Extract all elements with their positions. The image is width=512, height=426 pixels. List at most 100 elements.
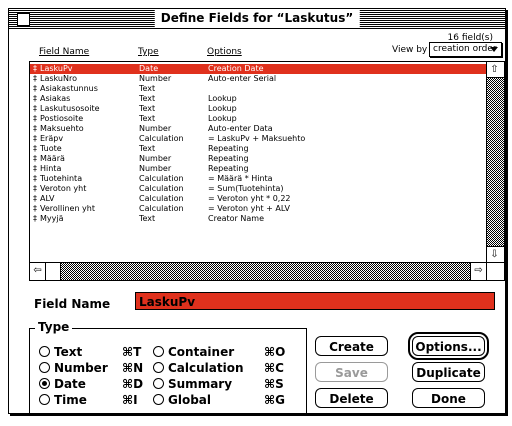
horizontal-scrollbar[interactable]: ⇦ ⇨ (30, 262, 486, 280)
drag-handle-icon[interactable]: ‡ (33, 114, 37, 124)
drag-handle-icon[interactable]: ‡ (33, 64, 37, 74)
radio-label: Container (168, 345, 235, 359)
type-legend: Type (35, 320, 73, 334)
drag-handle-icon[interactable]: ‡ (33, 134, 37, 144)
radio-label: Text (54, 345, 83, 359)
field-options-cell: Repeating (208, 144, 249, 153)
field-options-cell: = Määrä * Hinta (208, 174, 273, 183)
view-by-label: View by (392, 45, 428, 55)
scroll-left-button[interactable]: ⇦ (30, 263, 46, 280)
drag-handle-icon[interactable]: ‡ (33, 74, 37, 84)
field-row[interactable]: ‡ Eräpv Calculation = LaskuPv + Maksuehto (30, 134, 486, 144)
radio-button[interactable] (153, 378, 164, 389)
field-type-cell: Calculation (139, 134, 184, 143)
field-name-cell: Tuote (40, 144, 62, 153)
radio-button[interactable] (39, 394, 50, 405)
header-options[interactable]: Options (207, 47, 242, 57)
delete-button[interactable]: Delete (315, 388, 388, 408)
field-name-cell: Hinta (40, 164, 62, 173)
field-row[interactable]: ‡ LaskuNro Number Auto-enter Serial (30, 74, 486, 84)
arrow-down-icon: ⇩ (490, 249, 499, 260)
drag-handle-icon[interactable]: ‡ (33, 144, 37, 154)
header-field-name[interactable]: Field Name (39, 47, 89, 57)
field-row[interactable]: ‡ Postiosoite Text Lookup (30, 114, 486, 124)
radio-button[interactable] (153, 346, 164, 357)
field-name-cell: Asiakastunnus (40, 84, 98, 93)
radio-button[interactable] (39, 346, 50, 357)
field-row[interactable]: ‡ Laskutusosoite Text Lookup (30, 104, 486, 114)
field-type-cell: Number (139, 124, 172, 133)
field-row[interactable]: ‡ Tuotehinta Calculation = Määrä * Hinta (30, 174, 486, 184)
field-name-cell: Laskutusosoite (40, 104, 100, 113)
drag-handle-icon[interactable]: ‡ (33, 104, 37, 114)
field-name-cell: Asiakas (40, 94, 71, 103)
drag-handle-icon[interactable]: ‡ (33, 214, 37, 224)
radio-button[interactable] (39, 378, 50, 389)
duplicate-button[interactable]: Duplicate (412, 362, 485, 382)
field-type-cell: Text (139, 94, 156, 103)
create-button[interactable]: Create (315, 336, 388, 356)
field-name-cell: Eräpv (40, 134, 64, 143)
field-name-cell: ALV (40, 194, 55, 203)
radio-button[interactable] (153, 394, 164, 405)
field-name-cell: Postiosoite (40, 114, 84, 123)
options-button[interactable]: Options... (408, 332, 489, 360)
drag-handle-icon[interactable]: ‡ (33, 184, 37, 194)
scroll-thumb[interactable] (46, 263, 61, 280)
view-by-value: creation order (433, 44, 497, 54)
scroll-down-button[interactable]: ⇩ (487, 246, 504, 262)
field-row[interactable]: ‡ Verollinen yht Calculation = Veroton yht … (30, 204, 486, 214)
vertical-scrollbar[interactable]: ⇧ ⇩ (486, 62, 504, 262)
field-row[interactable]: ‡ Veroton yht Calculation = Sum(Tuotehinta) (30, 184, 486, 194)
drag-handle-icon[interactable]: ‡ (33, 194, 37, 204)
field-type-cell: Number (139, 74, 172, 83)
field-name-cell: Maksuehto (40, 124, 84, 133)
field-row[interactable]: ‡ Asiakastunnus Text (30, 84, 486, 94)
field-row[interactable]: ‡ Määrä Number Repeating (30, 154, 486, 164)
field-name-input[interactable]: LaskuPv (135, 292, 495, 310)
field-row[interactable]: ‡ Asiakas Text Lookup (30, 94, 486, 104)
drag-handle-icon[interactable]: ‡ (33, 84, 37, 94)
drag-handle-icon[interactable]: ‡ (33, 154, 37, 164)
save-button[interactable]: Save (315, 362, 388, 382)
field-name-cell: Määrä (40, 154, 65, 163)
field-options-cell: = Veroton yht + ALV (208, 204, 290, 213)
scroll-up-button[interactable]: ⇧ (487, 62, 504, 78)
field-options-cell: Repeating (208, 154, 249, 163)
radio-button[interactable] (153, 362, 164, 373)
shortcut-key: ⌘S (264, 377, 284, 391)
field-options-cell: = LaskuPv + Maksuehto (208, 134, 306, 143)
field-row[interactable]: ‡ Hinta Number Repeating (30, 164, 486, 174)
shortcut-key: ⌘D (122, 377, 144, 391)
field-row[interactable]: ‡ Tuote Text Repeating (30, 144, 486, 154)
title-bar[interactable]: Define Fields for “Laskutus” (9, 9, 505, 29)
radio-button[interactable] (39, 362, 50, 373)
field-name-label: Field Name (34, 297, 111, 311)
field-type-cell: Text (139, 214, 156, 223)
field-row[interactable]: ‡ Myyjä Text Creator Name (30, 214, 486, 224)
arrow-right-icon: ⇨ (474, 265, 483, 276)
close-box[interactable] (17, 13, 30, 26)
done-button[interactable]: Done (412, 388, 485, 408)
field-options-cell: Lookup (208, 114, 237, 123)
drag-handle-icon[interactable]: ‡ (33, 204, 37, 214)
field-list: ‡ LaskuPv Date Creation Date ‡ LaskuNro Number… (29, 61, 505, 281)
arrow-left-icon: ⇦ (33, 265, 42, 276)
view-by-select[interactable]: creation order (429, 42, 502, 57)
shortcut-key: ⌘T (122, 345, 142, 359)
field-type-cell: Calculation (139, 174, 184, 183)
field-row[interactable]: ‡ LaskuPv Date Creation Date (30, 64, 486, 74)
header-type[interactable]: Type (138, 47, 159, 57)
field-row[interactable]: ‡ Maksuehto Number Auto-enter Data (30, 124, 486, 134)
drag-handle-icon[interactable]: ‡ (33, 94, 37, 104)
field-name-cell: Verollinen yht (40, 204, 95, 213)
field-type-cell: Number (139, 164, 172, 173)
scroll-right-button[interactable]: ⇨ (470, 263, 486, 280)
field-row[interactable]: ‡ ALV Calculation = Veroton yht * 0,22 (30, 194, 486, 204)
drag-handle-icon[interactable]: ‡ (33, 174, 37, 184)
drag-handle-icon[interactable]: ‡ (33, 164, 37, 174)
field-rows: ‡ LaskuPv Date Creation Date ‡ LaskuNro Number… (30, 62, 486, 262)
field-type-cell: Text (139, 104, 156, 113)
radio-label: Time (54, 393, 87, 407)
drag-handle-icon[interactable]: ‡ (33, 124, 37, 134)
